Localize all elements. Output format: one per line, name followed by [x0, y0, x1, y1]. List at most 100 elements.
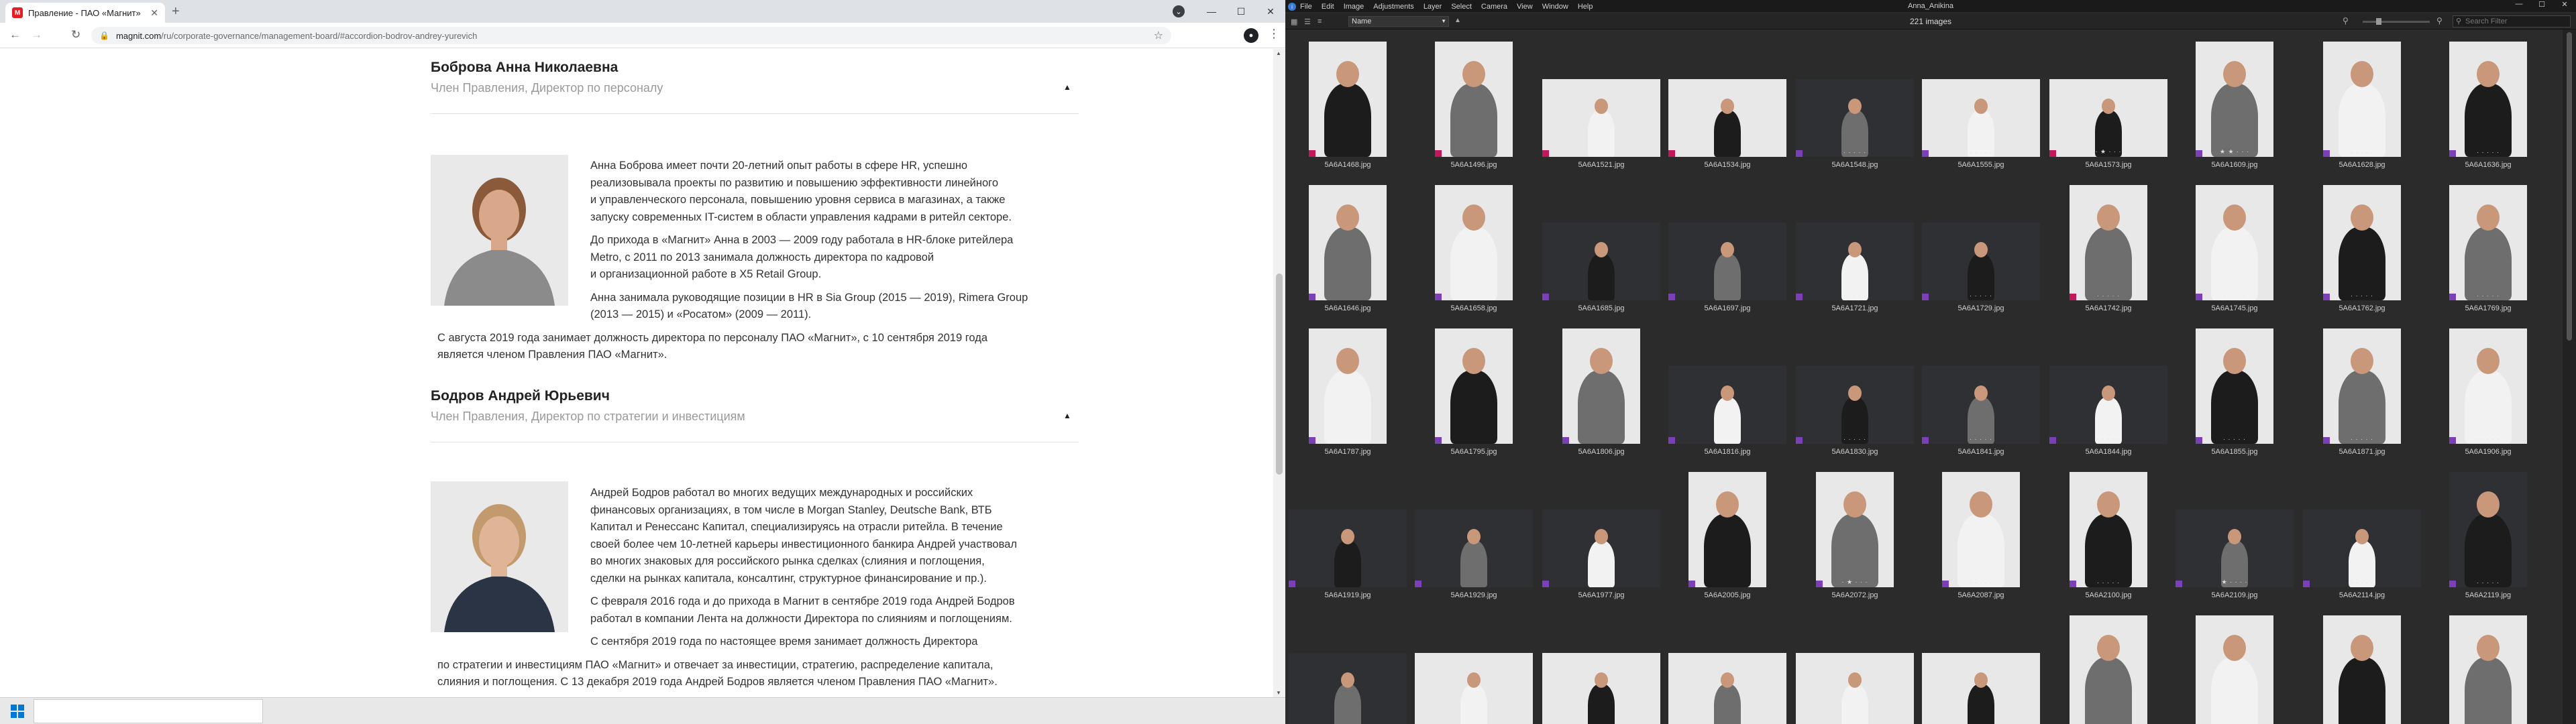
thumbnail-cell[interactable]	[1539, 606, 1664, 724]
color-label-icon[interactable]	[1435, 437, 1442, 444]
star-rating[interactable]: · ★ · · ·	[1841, 579, 1868, 586]
thumbnail-cell[interactable]: · · · · · 5A6A1906.jpg	[2426, 319, 2551, 463]
thumbnail-image[interactable]	[1796, 366, 1914, 444]
color-label-icon[interactable]	[1289, 581, 1295, 587]
color-label-icon[interactable]	[1668, 150, 1675, 157]
close-window-icon[interactable]: ✕	[1256, 0, 1285, 23]
member-name[interactable]: Бодров Андрей Юрьевич	[431, 388, 610, 404]
star-rating[interactable]: · · · · ·	[2351, 579, 2373, 586]
color-label-icon[interactable]	[2323, 437, 2330, 444]
thumbnail-cell[interactable]: · · · · · 5A6A1548.jpg	[1792, 32, 1917, 176]
star-rating[interactable]: · · · · ·	[1843, 292, 1866, 299]
thumbnail-cell[interactable]: ★ ★ · · · 5A6A1609.jpg	[2172, 32, 2297, 176]
star-rating[interactable]: · · · · ·	[2477, 579, 2500, 586]
thumbnail-cell[interactable]: 5A6A1521.jpg	[1539, 32, 1664, 176]
reload-icon[interactable]: ↻	[71, 28, 80, 42]
color-label-icon[interactable]	[2176, 581, 2182, 587]
star-rating[interactable]: · · · · ·	[2477, 436, 2500, 442]
color-label-icon[interactable]	[1942, 581, 1949, 587]
slider-handle[interactable]	[2376, 18, 2381, 25]
star-rating[interactable]: · · · · ·	[1843, 149, 1866, 156]
windows-start-icon[interactable]	[11, 705, 24, 718]
color-label-icon[interactable]	[2196, 150, 2202, 157]
star-rating[interactable]: · · · · ·	[2477, 149, 2500, 156]
menu-item-select[interactable]: Select	[1451, 3, 1472, 11]
star-rating[interactable]: · · · · ·	[2351, 149, 2373, 156]
color-label-icon[interactable]	[1415, 581, 1421, 587]
thumbnail-cell[interactable]: · · · · · 5A6A1841.jpg	[1919, 319, 2043, 463]
thumbnail-image[interactable]	[1542, 79, 1660, 157]
color-label-icon[interactable]	[1435, 294, 1442, 300]
thumbnail-image[interactable]	[2196, 42, 2273, 157]
thumbnail-cell[interactable]: 5A6A2005.jpg	[1665, 463, 1790, 606]
thumbnail-cell[interactable]: · · · · · 5A6A1762.jpg	[2300, 176, 2424, 319]
minimize-icon[interactable]: —	[1197, 0, 1226, 23]
thumbnail-image[interactable]	[1435, 185, 1513, 300]
thumbnail-image[interactable]	[2196, 615, 2273, 724]
color-label-icon[interactable]	[1562, 437, 1569, 444]
menu-item-help[interactable]: Help	[1578, 3, 1593, 11]
star-rating[interactable]: · · · · ·	[1970, 579, 1992, 586]
thumbnail-cell[interactable]: · · · · · 5A6A1636.jpg	[2426, 32, 2551, 176]
thumbnail-cell[interactable]	[2426, 606, 2551, 724]
thumbnail-cell[interactable]: 5A6A1468.jpg	[1285, 32, 1410, 176]
thumbnail-cell[interactable]: · · · · · 5A6A1745.jpg	[2172, 176, 2297, 319]
thumbnail-image[interactable]	[2196, 328, 2273, 444]
thumbnail-image[interactable]	[2049, 366, 2167, 444]
maximize-icon[interactable]: ☐	[1226, 0, 1256, 23]
color-label-icon[interactable]	[1542, 294, 1549, 300]
menu-item-file[interactable]: File	[1300, 3, 1312, 11]
thumbnail-cell[interactable]: · · · · · 5A6A2119.jpg	[2426, 463, 2551, 606]
thumbnail-image[interactable]	[1668, 223, 1786, 300]
thumbnail-cell[interactable]: · · · · · 5A6A1769.jpg	[2426, 176, 2551, 319]
star-rating[interactable]: · · · · ·	[1970, 149, 1992, 156]
thumbnail-cell[interactable]: · · · · · 5A6A1830.jpg	[1792, 319, 1917, 463]
tab-magnit[interactable]: M Правление - ПАО «Магнит» ✕	[5, 3, 165, 23]
thumbnail-cell[interactable]: · · · · · 5A6A1628.jpg	[2300, 32, 2424, 176]
taskbar-search-input[interactable]	[34, 699, 263, 723]
thumbnail-image[interactable]	[2323, 328, 2401, 444]
thumbnail-image[interactable]	[1289, 653, 1407, 724]
color-label-icon[interactable]	[1309, 150, 1316, 157]
star-rating[interactable]: · · · · ·	[1970, 292, 1992, 299]
thumbnail-image[interactable]	[2449, 185, 2527, 300]
menu-item-adjustments[interactable]: Adjustments	[1373, 3, 1414, 11]
back-icon[interactable]: ←	[9, 28, 21, 42]
star-rating[interactable]: · ★ · · ·	[2095, 148, 2121, 156]
star-rating[interactable]: · · · · ·	[2097, 292, 2120, 299]
star-rating[interactable]: · · · · ·	[2097, 579, 2120, 586]
zoom-in-icon[interactable]: ⚲	[2436, 16, 2443, 25]
star-rating[interactable]: · · · · ·	[1843, 436, 1866, 442]
color-label-icon[interactable]	[1922, 437, 1929, 444]
menu-item-camera[interactable]: Camera	[1481, 3, 1507, 11]
accordion-collapse-icon[interactable]: ▲	[1063, 82, 1071, 92]
thumbnail-image[interactable]	[2323, 42, 2401, 157]
thumbnail-cell[interactable]: 5A6A1816.jpg	[1665, 319, 1790, 463]
color-label-icon[interactable]	[1922, 150, 1929, 157]
thumbnail-cell[interactable]: · · · · · 5A6A2100.jpg	[2046, 463, 2171, 606]
thumbnail-image[interactable]	[1688, 472, 1766, 587]
thumbnail-cell[interactable]: 5A6A1929.jpg	[1411, 463, 1536, 606]
thumbnail-cell[interactable]: 5A6A1658.jpg	[1411, 176, 1536, 319]
color-label-icon[interactable]	[2303, 581, 2310, 587]
thumbnail-image[interactable]	[1668, 79, 1786, 157]
color-label-icon[interactable]	[1816, 581, 1823, 587]
star-rating[interactable]: · · · · ·	[2477, 292, 2500, 299]
accordion-collapse-icon[interactable]: ▲	[1063, 411, 1071, 420]
color-label-icon[interactable]	[1668, 437, 1675, 444]
color-label-icon[interactable]	[1542, 150, 1549, 157]
thumbnail-cell[interactable]	[2300, 606, 2424, 724]
color-label-icon[interactable]	[2323, 294, 2330, 300]
menu-item-edit[interactable]: Edit	[1322, 3, 1334, 11]
thumbnail-image[interactable]	[1816, 472, 1894, 587]
color-label-icon[interactable]	[2323, 150, 2330, 157]
thumbnail-cell[interactable]	[1285, 606, 1410, 724]
viewer-scrollbar-thumb[interactable]	[2567, 32, 2572, 341]
thumbnail-cell[interactable]	[1411, 606, 1536, 724]
thumbnail-image[interactable]	[2196, 185, 2273, 300]
thumbnail-size-slider[interactable]	[2363, 18, 2430, 25]
search-filter-input[interactable]: ⚲ Search Filter	[2453, 15, 2571, 27]
viewer-close-icon[interactable]: ✕	[2553, 0, 2576, 9]
thumbnail-cell[interactable]: · ★ · · · 5A6A2072.jpg	[1792, 463, 1917, 606]
menu-item-view[interactable]: View	[1517, 3, 1533, 11]
